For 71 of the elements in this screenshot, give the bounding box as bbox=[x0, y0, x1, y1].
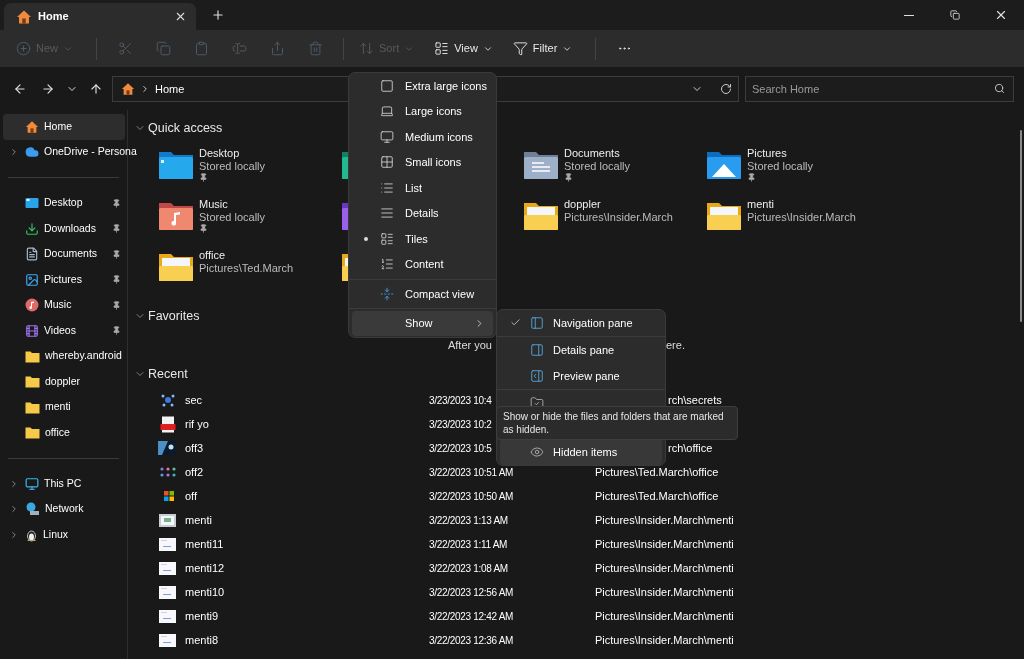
sidebar-label: Music bbox=[44, 297, 72, 313]
sidebar-label: office bbox=[45, 424, 70, 440]
tile-detail: Stored locally bbox=[564, 159, 631, 172]
sidebar-label: whereby.android bbox=[45, 348, 122, 364]
path-cell-text: Pictures\Insider.March\menti bbox=[595, 536, 734, 552]
sidebar-label: Downloads bbox=[44, 220, 96, 236]
menu-label: List bbox=[405, 180, 423, 196]
menu-label: Compact view bbox=[405, 286, 475, 302]
sidebar-label: Desktop bbox=[44, 195, 83, 211]
tab-title: Home bbox=[38, 9, 70, 25]
menu-label: Preview pane bbox=[553, 368, 620, 384]
menu-label: Small icons bbox=[405, 155, 462, 170]
section-heading: Favorites bbox=[148, 307, 200, 325]
sidebar-label: Network bbox=[45, 501, 84, 517]
sidebar-label: Pictures bbox=[44, 271, 82, 287]
sidebar-label: Videos bbox=[44, 322, 76, 338]
tile-name: Pictures bbox=[747, 147, 788, 160]
tile-name: Documents bbox=[564, 147, 621, 160]
menu-label: Details bbox=[405, 206, 439, 221]
empty-message: After you bbox=[447, 337, 492, 353]
menu-label: Details pane bbox=[553, 343, 615, 358]
path-cell-text: Pictures\Ted.March\office bbox=[595, 464, 719, 480]
sidebar-label: Documents bbox=[44, 246, 98, 262]
tile-name: doppler bbox=[564, 198, 602, 211]
path-cell-text: Pictures\Insider.March\menti bbox=[595, 632, 734, 648]
tile-detail: Stored locally bbox=[747, 159, 814, 172]
sidebar-label: menti bbox=[45, 399, 71, 415]
date-cell: 3/22/2023 10:5 bbox=[429, 442, 492, 454]
menu-label: Navigation pane bbox=[553, 315, 633, 331]
tile-name: office bbox=[199, 249, 227, 262]
date-cell: 3/22/2023 12:36 AM bbox=[429, 634, 514, 646]
tile-detail: Stored locally bbox=[199, 159, 266, 172]
sidebar-label: OneDrive - Persona bbox=[44, 144, 137, 160]
path-cell-text: Pictures\Insider.March\menti bbox=[595, 608, 734, 624]
path-cell-text: rch\secrets bbox=[668, 392, 722, 408]
menu-label: Content bbox=[405, 257, 444, 272]
menu-label: Medium icons bbox=[405, 129, 473, 145]
date-cell: 3/23/2023 10:2 bbox=[429, 418, 492, 430]
tile-detail: Stored locally bbox=[199, 210, 266, 223]
path-cell-text: Pictures\Insider.March\menti bbox=[595, 560, 734, 576]
date-cell: 3/22/2023 10:51 AM bbox=[429, 466, 514, 478]
tile-name: Desktop bbox=[199, 147, 241, 160]
sidebar-label: Linux bbox=[43, 526, 69, 542]
date-cell: 3/22/2023 10:50 AM bbox=[429, 490, 514, 502]
menu-label: Large icons bbox=[405, 104, 462, 119]
date-cell: 3/23/2023 10:4 bbox=[429, 394, 492, 406]
tile-name: Music bbox=[199, 198, 229, 211]
menu-label: Show bbox=[405, 316, 433, 331]
sidebar-label: Home bbox=[44, 118, 72, 134]
menu-label: Tiles bbox=[405, 231, 428, 247]
tile-detail: Pictures\Ted.March bbox=[199, 261, 294, 274]
date-cell: 3/22/2023 1:11 AM bbox=[429, 538, 508, 550]
menu-label: Extra large icons bbox=[405, 78, 487, 94]
menu-label: Hidden items bbox=[553, 444, 618, 460]
tile-detail: Pictures\Insider.March bbox=[747, 210, 856, 223]
section-heading: Quick access bbox=[148, 119, 223, 137]
sidebar-label: doppler bbox=[45, 373, 81, 389]
date-cell: 3/22/2023 12:42 AM bbox=[429, 610, 514, 622]
path-cell-text: Pictures\Insider.March\menti bbox=[595, 512, 734, 528]
sidebar-label: This PC bbox=[44, 475, 82, 491]
date-cell: 3/22/2023 1:13 AM bbox=[429, 514, 508, 526]
path-cell-text: Pictures\Insider.March\menti bbox=[595, 584, 734, 600]
path-cell-text: Pictures\Ted.March\office bbox=[595, 488, 719, 504]
tile-detail: Pictures\Insider.March bbox=[564, 210, 673, 223]
date-cell: 3/22/2023 1:08 AM bbox=[429, 562, 508, 574]
date-cell: 3/22/2023 12:56 AM bbox=[429, 586, 514, 598]
tooltip: Show or hide the files and folders that are marked as hidden. bbox=[496, 406, 738, 440]
path-cell-text: rch\office bbox=[668, 440, 713, 456]
tile-name: menti bbox=[747, 198, 775, 211]
section-heading: Recent bbox=[148, 365, 188, 383]
empty-message: ere. bbox=[666, 337, 685, 353]
